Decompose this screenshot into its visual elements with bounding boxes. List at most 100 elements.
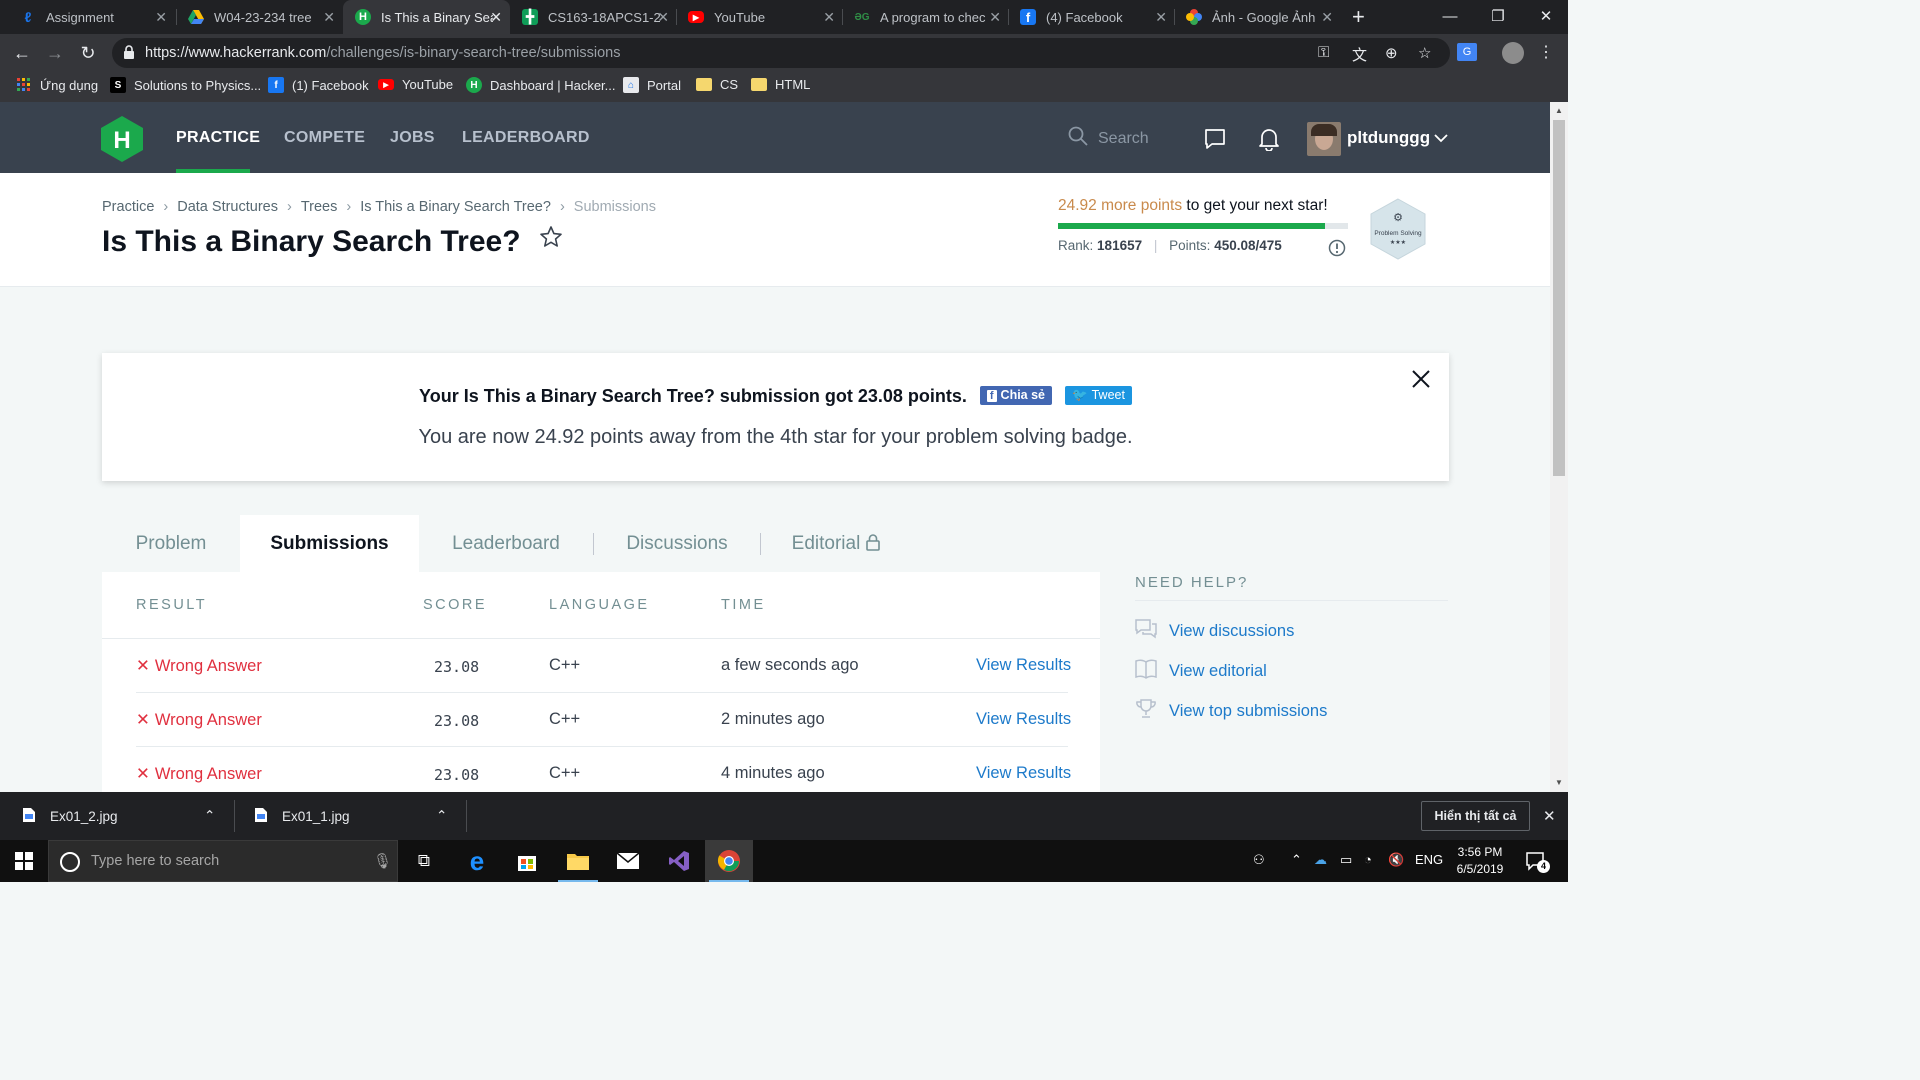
mail-icon[interactable]: [604, 840, 652, 882]
view-top-submissions-link[interactable]: View top submissions: [1135, 699, 1327, 724]
page-scrollbar[interactable]: ▲ ▼: [1550, 102, 1568, 792]
bookmark-item[interactable]: f (1) Facebook: [268, 77, 369, 93]
notifications-bell-icon[interactable]: [1258, 127, 1280, 156]
browser-tab[interactable]: ╋ CS163-18APCS1-2 ✕: [510, 0, 677, 34]
bookmark-folder[interactable]: CS: [696, 77, 738, 92]
browser-tab[interactable]: f (4) Facebook ✕: [1008, 0, 1175, 34]
breadcrumb-trees[interactable]: Trees: [301, 199, 338, 215]
bookmark-star-icon[interactable]: ☆: [1418, 44, 1431, 62]
hackerrank-logo[interactable]: H: [101, 116, 143, 162]
browser-tab[interactable]: ℓ Assignment ✕: [8, 0, 175, 34]
chevron-up-icon[interactable]: ⌃: [204, 808, 215, 824]
close-icon[interactable]: [1409, 367, 1433, 391]
tab-submissions[interactable]: Submissions: [240, 515, 419, 573]
file-explorer-icon[interactable]: [554, 840, 602, 882]
nav-compete[interactable]: COMPETE: [284, 129, 365, 147]
language-indicator[interactable]: ENG: [1415, 852, 1443, 867]
zoom-icon[interactable]: ⊕: [1385, 44, 1398, 62]
browser-tab[interactable]: ▶ YouTube ✕: [676, 0, 843, 34]
view-editorial-link[interactable]: View editorial: [1135, 659, 1267, 684]
view-results-link[interactable]: View Results: [976, 656, 1071, 675]
onedrive-icon[interactable]: ☁: [1314, 852, 1327, 868]
nav-leaderboard[interactable]: LEADERBOARD: [462, 129, 590, 147]
forward-button[interactable]: →: [42, 41, 68, 65]
breadcrumb-practice[interactable]: Practice: [102, 199, 154, 215]
close-tab-icon[interactable]: ✕: [490, 9, 502, 26]
chevron-up-icon[interactable]: ⌃: [1291, 852, 1302, 868]
scroll-down-arrow-icon[interactable]: ▼: [1555, 778, 1563, 787]
close-tab-icon[interactable]: ✕: [323, 9, 335, 26]
bookmark-apps[interactable]: Ứng dụng: [16, 77, 98, 93]
browser-tab[interactable]: ƏG A program to chec ✕: [842, 0, 1009, 34]
messages-icon[interactable]: [1204, 128, 1226, 155]
taskbar-search-box[interactable]: Type here to search 🎙: [48, 840, 398, 882]
breadcrumb-data-structures[interactable]: Data Structures: [177, 199, 278, 215]
view-discussions-link[interactable]: View discussions: [1135, 619, 1294, 644]
show-all-downloads-button[interactable]: Hiển thị tất cả: [1421, 801, 1530, 831]
microphone-icon[interactable]: 🎙: [373, 852, 392, 870]
breadcrumb-challenge[interactable]: Is This a Binary Search Tree?: [360, 199, 551, 215]
restore-button[interactable]: ❐: [1474, 0, 1522, 32]
browser-tab-active[interactable]: H Is This a Binary Sea ✕: [343, 0, 510, 34]
visual-studio-icon[interactable]: [655, 840, 703, 882]
browser-tab[interactable]: Ảnh - Google Ảnh ✕: [1174, 0, 1341, 34]
info-icon[interactable]: [1328, 239, 1346, 260]
tab-editorial[interactable]: Editorial: [761, 515, 911, 573]
scroll-up-arrow-icon[interactable]: ▲: [1555, 106, 1563, 115]
profile-avatar[interactable]: [1502, 42, 1524, 64]
new-tab-button[interactable]: +: [1352, 4, 1365, 30]
bookmark-folder[interactable]: HTML: [751, 77, 810, 92]
google-translate-extension-icon[interactable]: G: [1457, 43, 1477, 61]
close-tab-icon[interactable]: ✕: [1155, 9, 1167, 26]
view-results-link[interactable]: View Results: [976, 710, 1071, 729]
nav-practice[interactable]: PRACTICE: [176, 129, 260, 147]
notification-center-icon[interactable]: 4: [1525, 851, 1550, 878]
task-view-icon[interactable]: ⧉: [400, 840, 448, 882]
minimize-button[interactable]: —: [1426, 0, 1474, 32]
tab-problem[interactable]: Problem: [102, 515, 240, 573]
close-tab-icon[interactable]: ✕: [989, 9, 1001, 26]
nav-jobs[interactable]: JOBS: [390, 129, 435, 147]
close-window-button[interactable]: ✕: [1522, 0, 1570, 32]
bookmark-item[interactable]: ⌂ Portal: [623, 77, 681, 93]
close-tab-icon[interactable]: ✕: [657, 9, 669, 26]
download-item[interactable]: Ex01_1.jpg ⌃: [254, 792, 464, 840]
problem-solving-badge[interactable]: ⚙ Problem Solving ★★★: [1368, 197, 1428, 261]
chrome-icon[interactable]: [705, 840, 753, 882]
clock[interactable]: 3:56 PM 6/5/2019: [1448, 844, 1512, 878]
translate-icon[interactable]: 文: [1352, 44, 1367, 65]
browser-tab[interactable]: W04-23-234 tree ✕: [176, 0, 343, 34]
key-icon[interactable]: ⚿: [1318, 44, 1329, 61]
chevron-down-icon[interactable]: [1434, 130, 1448, 148]
back-button[interactable]: ←: [9, 41, 35, 65]
people-icon[interactable]: ⚇: [1253, 852, 1265, 868]
bookmark-item[interactable]: S Solutions to Physics...: [110, 77, 261, 93]
view-results-link[interactable]: View Results: [976, 764, 1071, 783]
chevron-up-icon[interactable]: ⌃: [436, 808, 447, 824]
user-avatar[interactable]: [1307, 122, 1341, 156]
download-item[interactable]: Ex01_2.jpg ⌃: [22, 792, 232, 840]
address-bar[interactable]: https://www.hackerrank.com/challenges/is…: [112, 38, 1450, 68]
volume-muted-icon[interactable]: 🔇: [1388, 852, 1404, 868]
edge-browser-icon[interactable]: e: [453, 840, 501, 882]
nav-search[interactable]: Search: [1068, 126, 1149, 151]
facebook-share-button[interactable]: f Chia sẻ: [979, 385, 1053, 405]
tab-discussions[interactable]: Discussions: [594, 515, 760, 573]
wifi-icon[interactable]: ◔: [1364, 852, 1372, 867]
close-download-bar-icon[interactable]: ✕: [1543, 807, 1556, 825]
bookmark-star-icon[interactable]: [539, 223, 563, 257]
tab-leaderboard[interactable]: Leaderboard: [419, 515, 593, 573]
close-tab-icon[interactable]: ✕: [1321, 9, 1333, 26]
store-icon[interactable]: [503, 840, 551, 882]
username[interactable]: pltdunggg: [1347, 128, 1430, 148]
reload-button[interactable]: ↻: [75, 41, 101, 65]
bookmark-item[interactable]: ▶ YouTube: [378, 77, 453, 92]
battery-icon[interactable]: ▭: [1340, 852, 1352, 868]
windows-start-icon[interactable]: [0, 840, 48, 882]
bookmark-item[interactable]: H Dashboard | Hacker...: [466, 77, 616, 93]
close-tab-icon[interactable]: ✕: [823, 9, 835, 26]
chrome-menu-icon[interactable]: ⋮: [1538, 42, 1554, 62]
tweet-button[interactable]: 🐦 Tweet: [1065, 385, 1132, 405]
close-tab-icon[interactable]: ✕: [155, 9, 167, 26]
scrollbar-thumb[interactable]: [1553, 120, 1565, 476]
